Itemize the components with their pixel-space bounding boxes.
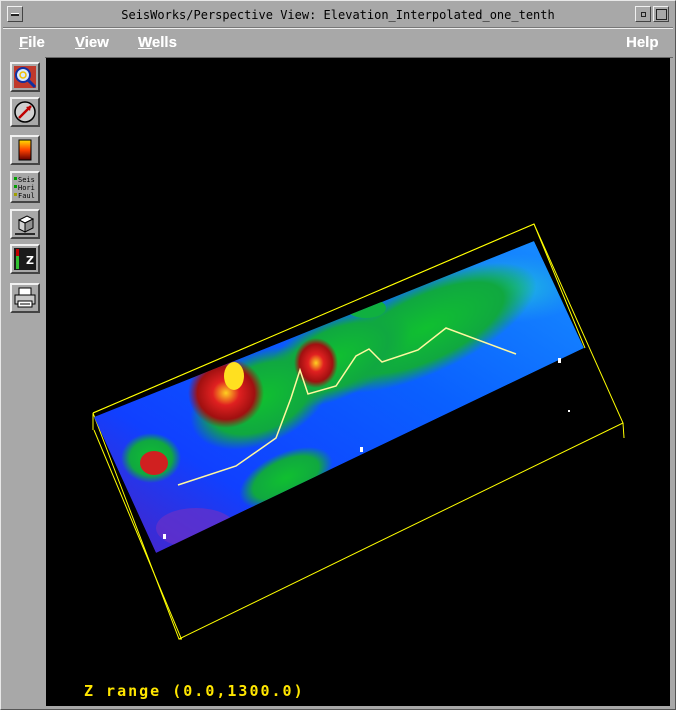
z-scale-glyph: Z	[26, 254, 34, 267]
well-marker	[558, 358, 561, 363]
minimize-button[interactable]	[635, 6, 651, 22]
display-layers-tool-button[interactable]: Seis Hori Faul	[10, 171, 40, 203]
menu-wells[interactable]: Wells	[138, 34, 177, 51]
zoom-tool-button[interactable]	[10, 62, 40, 92]
well-marker	[163, 534, 166, 539]
menu-bar: File View Wells Help	[3, 28, 673, 58]
menu-file-label: ile	[28, 34, 45, 51]
rotate-tool-button[interactable]	[10, 97, 40, 127]
menu-help[interactable]: Help	[626, 34, 659, 51]
perspective-view-window: SeisWorks/Perspective View: Elevation_In…	[0, 0, 676, 710]
z-scale-tool-button[interactable]: Z	[10, 244, 40, 274]
menu-view-mnemonic: V	[75, 34, 85, 51]
color-bar-tool-button[interactable]	[10, 135, 40, 165]
perspective-cube-icon	[15, 215, 35, 235]
menu-file[interactable]: File	[19, 34, 45, 51]
window-title: SeisWorks/Perspective View: Elevation_In…	[121, 8, 555, 22]
menu-wells-label: ells	[151, 34, 177, 51]
maximize-button[interactable]	[653, 6, 669, 22]
layer-label-hori: Hori	[18, 184, 35, 192]
layer-label-seis: Seis	[18, 176, 35, 184]
menu-wells-mnemonic: W	[138, 34, 152, 51]
elevation-surface-render	[92, 223, 625, 640]
menu-view[interactable]: View	[75, 34, 109, 51]
elevation-surface	[94, 241, 584, 553]
well-marker	[568, 410, 570, 412]
rotate-compass-icon	[14, 101, 36, 123]
print-tool-button[interactable]	[10, 283, 40, 313]
menu-file-mnemonic: F	[19, 34, 29, 51]
menu-view-label: iew	[84, 34, 109, 51]
title-bar[interactable]: SeisWorks/Perspective View: Elevation_In…	[3, 3, 673, 28]
well-marker	[360, 447, 363, 452]
display-layers-icon: Seis Hori Faul	[14, 176, 35, 200]
tool-palette: Seis Hori Faul Z	[3, 57, 45, 709]
perspective-tool-button[interactable]	[10, 209, 40, 239]
z-scale-icon: Z	[14, 248, 36, 270]
layer-label-faul: Faul	[18, 192, 35, 200]
z-range-label: Z range (0.0,1300.0)	[84, 682, 305, 700]
color-bar-icon	[18, 139, 32, 161]
zoom-magnifier-icon	[14, 66, 37, 89]
printer-icon	[14, 287, 36, 308]
perspective-viewport[interactable]: Z range (0.0,1300.0)	[46, 58, 670, 706]
